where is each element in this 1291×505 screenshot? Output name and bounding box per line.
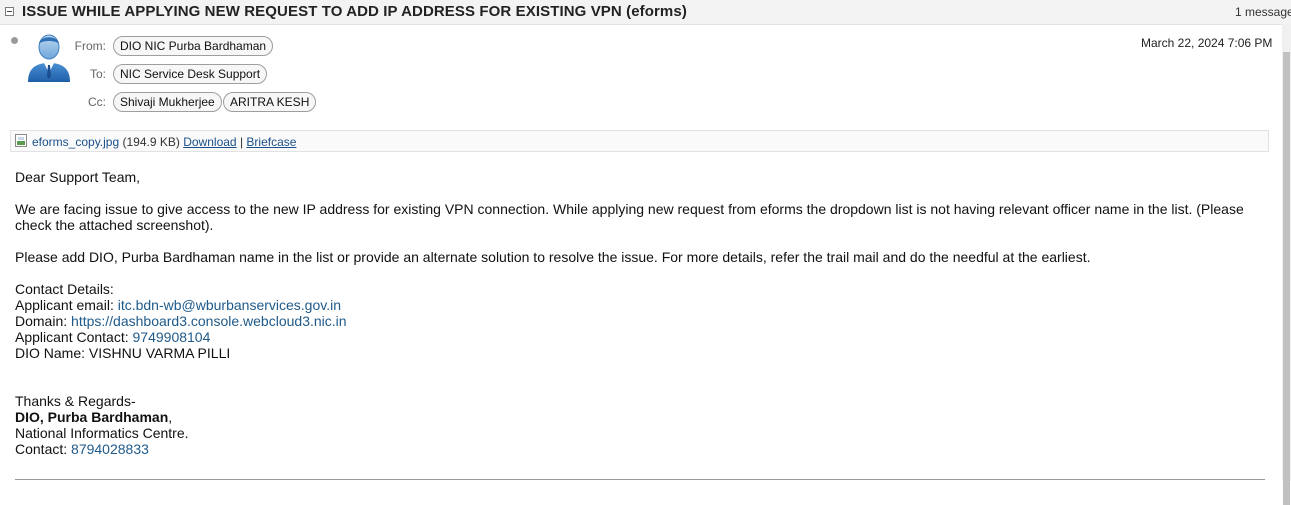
signature-name-line: DIO, Purba Bardhaman, [15, 409, 1265, 425]
signature-contact-label: Contact: [15, 441, 68, 457]
conversation-header: ISSUE WHILE APPLYING NEW REQUEST TO ADD … [0, 0, 1291, 25]
body-paragraph: Please add DIO, Purba Bardhaman name in … [15, 249, 1091, 265]
signature-name: DIO, Purba Bardhaman [15, 409, 169, 425]
message-divider [15, 479, 1265, 480]
cc-label: Cc: [88, 95, 106, 109]
collapse-icon[interactable] [5, 7, 14, 16]
email-label: Applicant email: [15, 297, 114, 313]
signature-phone-link[interactable]: 8794028833 [71, 441, 149, 457]
cc-chip[interactable]: ARITRA KESH [223, 92, 317, 112]
download-link[interactable]: Download [183, 135, 236, 149]
to-chip[interactable]: NIC Service Desk Support [113, 64, 268, 84]
applicant-contact-line: Applicant Contact: 9749908104 [15, 329, 1265, 345]
signature-org: National Informatics Centre. [15, 425, 189, 441]
contact-phone-link[interactable]: 9749908104 [133, 329, 211, 345]
email-link[interactable]: itc.bdn-wb@wburbanservices.gov.in [118, 297, 341, 313]
attachment-info: eforms_copy.jpg (194.9 KB) Download | Br… [32, 135, 296, 149]
link-separator: | [239, 135, 244, 149]
dio-name-line: DIO Name: VISHNU VARMA PILLI [15, 345, 1265, 361]
message-count: 1 message [1235, 5, 1291, 19]
dio-label: DIO Name: [15, 345, 86, 361]
attachment-bar: eforms_copy.jpg (194.9 KB) Download | Br… [10, 130, 1269, 152]
attachment-name[interactable]: eforms_copy.jpg [32, 135, 119, 149]
thanks-line: Thanks & Regards- [15, 393, 136, 409]
signature-comma: , [168, 409, 173, 425]
dio-name: VISHNU VARMA PILLI [88, 345, 231, 361]
read-status-dot[interactable] [11, 37, 18, 44]
attachment-size: (194.9 KB) [122, 135, 180, 149]
signature-contact-line: Contact: 8794028833 [15, 441, 1265, 457]
scrollbar-thumb[interactable] [1283, 52, 1290, 505]
domain-line: Domain: https://dashboard3.console.webcl… [15, 313, 1265, 329]
image-file-icon [15, 134, 27, 147]
greeting: Dear Support Team, [15, 169, 141, 185]
from-chip[interactable]: DIO NIC Purba Bardhaman [113, 36, 274, 56]
domain-label: Domain: [15, 313, 68, 329]
email-subject: ISSUE WHILE APPLYING NEW REQUEST TO ADD … [22, 3, 687, 20]
message-body: Dear Support Team, We are facing issue t… [15, 169, 1265, 457]
body-paragraph: We are facing issue to give access to th… [15, 201, 1244, 233]
contact-label: Applicant Contact: [15, 329, 129, 345]
message-date: March 22, 2024 7:06 PM [1141, 36, 1273, 50]
domain-link[interactable]: https://dashboard3.console.webcloud3.nic… [71, 313, 347, 329]
briefcase-link[interactable]: Briefcase [246, 135, 296, 149]
cc-chip[interactable]: Shivaji Mukherjee [113, 92, 222, 112]
contact-heading: Contact Details: [15, 281, 114, 297]
to-label: To: [89, 67, 106, 81]
vertical-scrollbar[interactable] [1282, 24, 1291, 505]
from-label: From: [74, 39, 106, 53]
applicant-email-line: Applicant email: itc.bdn-wb@wburbanservi… [15, 297, 1265, 313]
